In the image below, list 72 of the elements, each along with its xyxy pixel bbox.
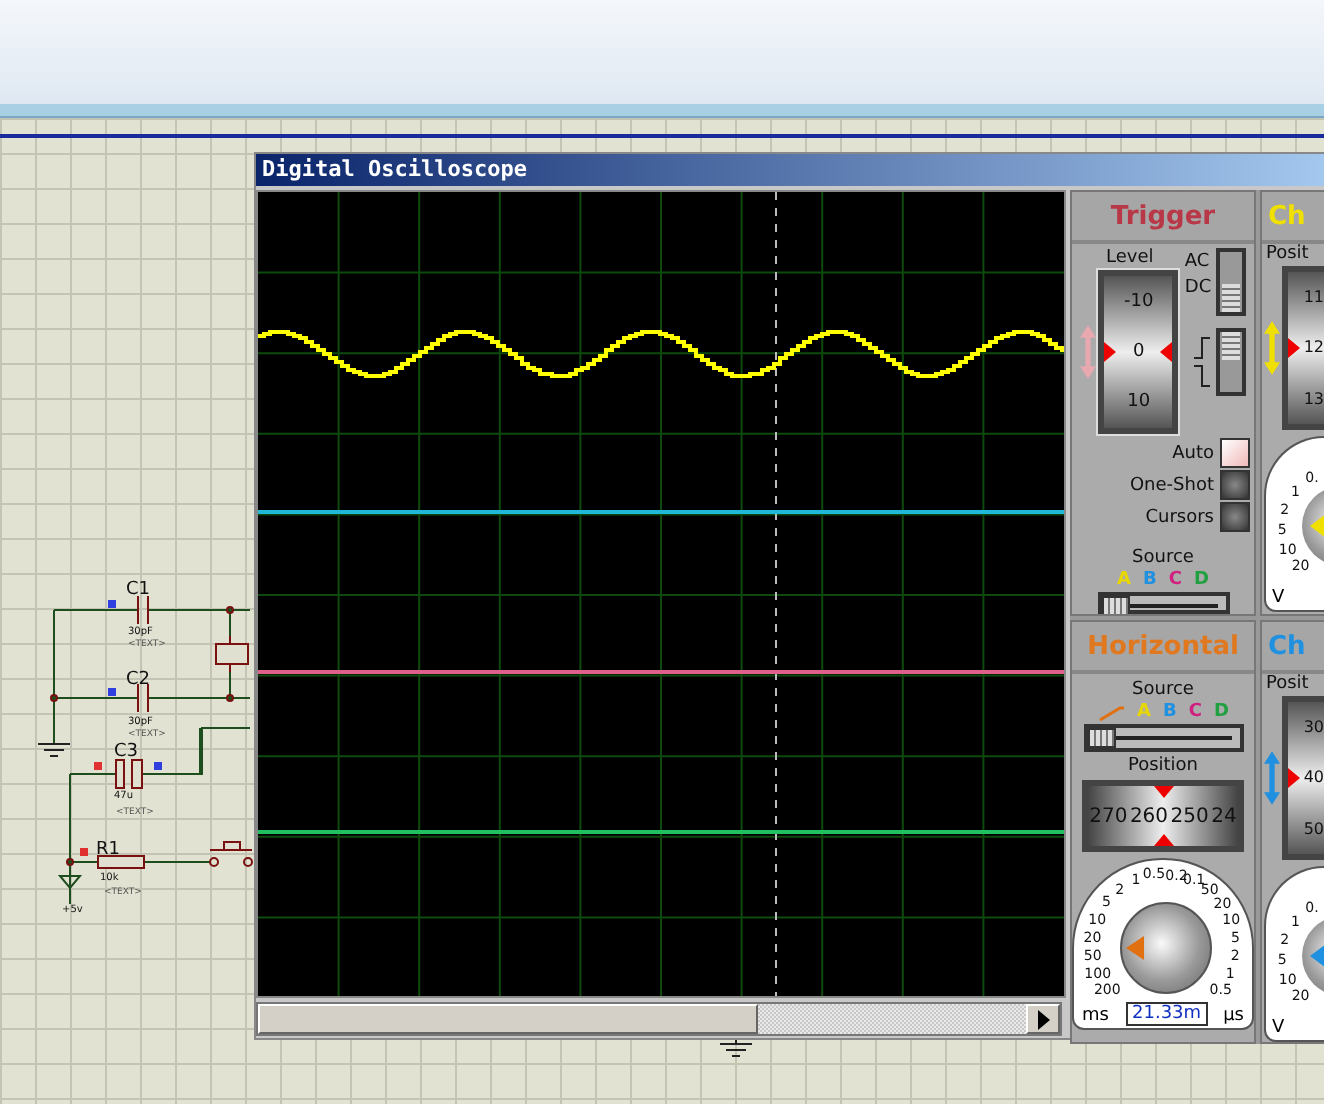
scale-label: 50 [1303, 819, 1324, 838]
source-letter[interactable]: A [1137, 702, 1151, 722]
scale-label: 10 [1127, 392, 1151, 413]
component-ref: C3 [114, 742, 139, 762]
edge-switch[interactable] [1215, 328, 1246, 396]
timebase-readout: 21.33m [1126, 1002, 1208, 1026]
pointer-icon [1153, 786, 1173, 798]
pointer-icon [1310, 514, 1324, 538]
pointer-icon [1288, 768, 1300, 788]
source-slider[interactable] [1083, 724, 1243, 752]
channel-title: Ch [1262, 192, 1324, 244]
mode-button[interactable]: One-Shot [1129, 470, 1250, 500]
switch-thumb[interactable] [1221, 332, 1240, 360]
component-ref: R1 [96, 840, 120, 860]
scrollbar-thumb[interactable] [258, 1004, 758, 1034]
coupling-label: DC [1184, 278, 1212, 300]
right-arrow-icon [1037, 1009, 1049, 1029]
scale-label: 12 [1303, 338, 1324, 357]
scale-label: 0 [1133, 341, 1145, 362]
pointer-icon [1153, 834, 1173, 846]
position-label: Posit [1264, 674, 1309, 696]
trigger-title: Trigger [1072, 192, 1254, 244]
coupling-label: AC [1184, 252, 1212, 274]
scale-label: 11 [1303, 288, 1324, 307]
component-ref: C1 [126, 580, 151, 600]
scale-label: -10 [1124, 291, 1154, 312]
unit-label: ms [1082, 1006, 1109, 1026]
coupling-switch[interactable] [1215, 248, 1246, 316]
scroll-right-button[interactable] [1026, 1004, 1060, 1034]
scale-label: 260 [1129, 805, 1169, 827]
source-label: Source [1132, 680, 1194, 702]
mode-button[interactable]: Auto [1129, 438, 1250, 468]
window-title: Digital Oscilloscope [256, 154, 1324, 186]
position-scale[interactable]: 270 260 25024 [1082, 780, 1244, 852]
component-ref: C2 [126, 670, 151, 690]
scale-label: 13 [1303, 389, 1324, 408]
level-label: Level [1106, 248, 1154, 270]
source-letter[interactable]: D [1193, 570, 1209, 590]
horizontal-scrollbar[interactable] [256, 1002, 1062, 1036]
mode-button[interactable]: Cursors [1129, 502, 1250, 532]
scale-label: 24 [1211, 805, 1237, 827]
unit-label: μs [1223, 1006, 1244, 1026]
scale-label: 40 [1303, 768, 1324, 787]
horizontal-title: Horizontal [1072, 622, 1254, 674]
unit-label: V [1272, 1018, 1285, 1038]
pointer-icon [1288, 338, 1300, 358]
source-letter[interactable]: B [1143, 570, 1157, 590]
position-label: Position [1127, 756, 1199, 778]
source-letter[interactable]: A [1117, 570, 1131, 590]
source-label: Source [1132, 548, 1194, 570]
source-letter[interactable]: C [1168, 570, 1182, 590]
edge-icon [1191, 334, 1212, 390]
scale-label: 270 [1089, 805, 1128, 827]
slider-thumb[interactable] [1101, 596, 1129, 614]
source-letter[interactable]: D [1213, 702, 1229, 722]
level-scale[interactable]: -10 0 10 [1098, 270, 1179, 434]
position-scale[interactable]: 11 12 13 [1282, 266, 1324, 430]
scale-label: 30 [1303, 718, 1324, 737]
source-letter[interactable]: C [1188, 702, 1202, 722]
timebase-knob[interactable] [1120, 902, 1212, 994]
position-label: Posit [1264, 244, 1309, 266]
unit-label: V [1272, 588, 1285, 608]
pointer-icon [1160, 342, 1173, 362]
channel-title: Ch [1262, 622, 1324, 674]
source-letter[interactable]: B [1163, 702, 1177, 722]
scale-label: 250 [1170, 805, 1209, 827]
switch-thumb[interactable] [1221, 284, 1240, 312]
slider-thumb[interactable] [1087, 728, 1115, 748]
pointer-icon [1310, 944, 1324, 968]
position-scale[interactable]: 30 40 50 [1282, 696, 1324, 860]
source-slider[interactable] [1097, 592, 1229, 614]
pointer-icon [1104, 342, 1117, 362]
